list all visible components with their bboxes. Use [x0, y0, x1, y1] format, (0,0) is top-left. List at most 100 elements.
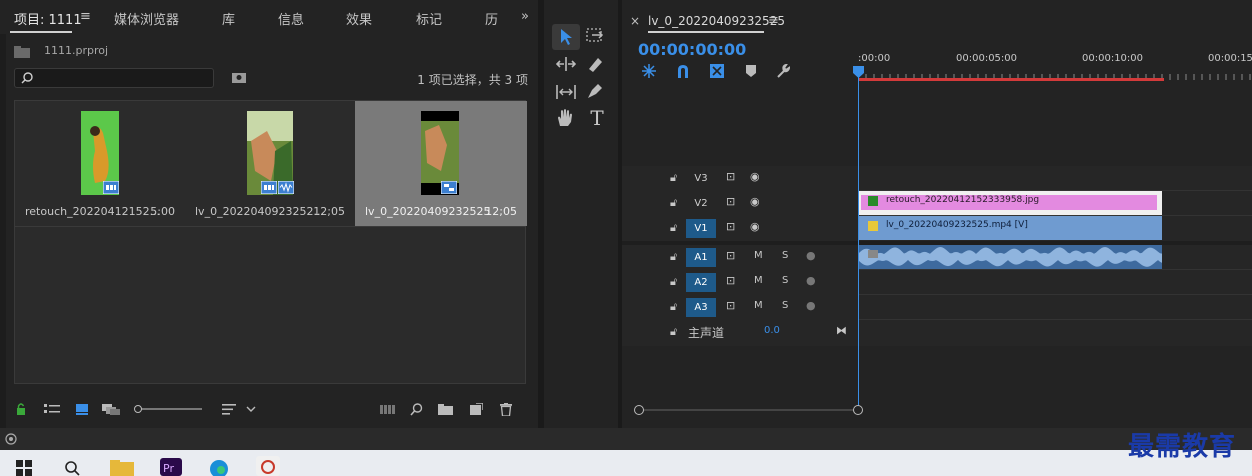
- file-explorer-icon[interactable]: [110, 460, 134, 476]
- tab-libraries[interactable]: 库: [222, 9, 235, 28]
- zoom-slider-handle[interactable]: [134, 405, 142, 413]
- tab-history[interactable]: 历: [485, 9, 498, 28]
- lock-icon[interactable]: [16, 403, 26, 415]
- track-sync-lock-icon[interactable]: ⊡: [726, 299, 735, 312]
- tab-project[interactable]: 项目: 1111: [14, 9, 82, 28]
- master-volume-value[interactable]: 0.0: [764, 325, 780, 336]
- track-header-a1: 🔓︎ A1 ⊡ M S ●: [622, 245, 858, 270]
- track-select-forward-tool[interactable]: [586, 28, 604, 44]
- track-lock-icon[interactable]: 🔓︎: [670, 250, 677, 264]
- wrench-icon[interactable]: [776, 64, 790, 78]
- clip-item[interactable]: retouch_20220412152... 5:00: [15, 101, 185, 226]
- work-area-bar[interactable]: [858, 78, 1164, 81]
- sort-icon[interactable]: [222, 404, 236, 415]
- find-icon[interactable]: [410, 403, 423, 416]
- tab-effects[interactable]: 效果: [346, 9, 372, 28]
- solo-button[interactable]: S: [782, 275, 788, 286]
- scroll-handle-left[interactable]: [634, 405, 644, 415]
- toggle-output-eye-icon[interactable]: ◉: [750, 170, 760, 183]
- track-sync-lock-icon[interactable]: ⊡: [726, 195, 735, 208]
- track-label[interactable]: A2: [686, 273, 716, 292]
- track-lock-icon[interactable]: 🔓︎: [670, 300, 677, 314]
- track-lock-icon[interactable]: 🔓︎: [670, 325, 677, 339]
- track-sync-lock-icon[interactable]: ⊡: [726, 274, 735, 287]
- v2-clip[interactable]: retouch_20220412152333958.jpg: [858, 191, 1162, 215]
- type-tool[interactable]: T: [584, 106, 610, 130]
- voiceover-mic-icon[interactable]: ●: [806, 299, 816, 312]
- pen-tool[interactable]: [586, 82, 604, 100]
- ripple-edit-tool[interactable]: [556, 56, 576, 72]
- mute-button[interactable]: M: [754, 300, 763, 311]
- track-label[interactable]: V3: [686, 169, 716, 188]
- edge-browser-icon[interactable]: [208, 458, 230, 476]
- solo-button[interactable]: S: [782, 250, 788, 261]
- playhead-timecode[interactable]: 00:00:00:00: [638, 40, 746, 59]
- scroll-handle-right[interactable]: [853, 405, 863, 415]
- windows-start-icon[interactable]: [16, 460, 32, 476]
- mute-button[interactable]: M: [754, 250, 763, 261]
- premiere-pro-icon[interactable]: Pr: [160, 458, 182, 476]
- taskbar-search-icon[interactable]: [64, 460, 80, 476]
- solo-button[interactable]: S: [782, 300, 788, 311]
- v1-clip[interactable]: lv_0_20220409232525.mp4 [V]: [858, 216, 1162, 240]
- double-chevron-right-icon[interactable]: »: [521, 9, 529, 24]
- new-item-icon[interactable]: [470, 403, 483, 415]
- voiceover-mic-icon[interactable]: ●: [806, 274, 816, 287]
- nest-icon[interactable]: [642, 64, 656, 78]
- track-lock-icon[interactable]: 🔓︎: [670, 275, 677, 289]
- new-search-bin-icon[interactable]: [232, 72, 246, 83]
- track-lock-icon[interactable]: 🔓︎: [670, 221, 677, 235]
- add-marker-icon[interactable]: [746, 65, 756, 77]
- track-label[interactable]: V2: [686, 194, 716, 213]
- sequence-title[interactable]: lv_0_20220409232525: [648, 14, 785, 28]
- razor-tool[interactable]: [586, 56, 604, 72]
- panel-divider[interactable]: [618, 0, 622, 428]
- track-label[interactable]: V1: [686, 219, 716, 238]
- snap-magnet-icon[interactable]: [676, 64, 690, 78]
- new-bin-icon[interactable]: [438, 404, 453, 415]
- app-icon[interactable]: [256, 456, 280, 476]
- chevron-down-icon[interactable]: [246, 405, 256, 413]
- search-input[interactable]: [14, 68, 214, 88]
- timeline-scrollbar[interactable]: [622, 402, 1252, 418]
- track-sync-lock-icon[interactable]: ⊡: [726, 249, 735, 262]
- close-tab-icon[interactable]: ×: [630, 14, 640, 28]
- track-area[interactable]: retouch_20220412152333958.jpg lv_0_20220…: [858, 166, 1252, 346]
- toggle-output-eye-icon[interactable]: ◉: [750, 220, 760, 233]
- clip-item[interactable]: lv_0_2022040923252... 12;05: [185, 101, 355, 226]
- mute-button[interactable]: M: [754, 275, 763, 286]
- track-sync-lock-icon[interactable]: ⊡: [726, 170, 735, 183]
- track-sync-lock-icon[interactable]: ⊡: [726, 220, 735, 233]
- hand-tool[interactable]: [556, 108, 574, 128]
- tab-info[interactable]: 信息: [278, 9, 304, 28]
- tab-markers[interactable]: 标记: [416, 9, 442, 28]
- playhead[interactable]: [858, 66, 859, 410]
- active-tab-indicator: [10, 31, 72, 33]
- project-menu-icon[interactable]: ≡: [80, 9, 91, 24]
- freeform-view-icon[interactable]: [102, 404, 120, 415]
- track-lock-icon[interactable]: 🔓︎: [670, 171, 677, 185]
- track-label[interactable]: A3: [686, 298, 716, 317]
- trash-icon[interactable]: [500, 403, 512, 416]
- go-to-end-icon[interactable]: ⧓: [836, 324, 847, 337]
- list-view-icon[interactable]: [44, 404, 60, 415]
- playhead-handle[interactable]: [853, 66, 864, 78]
- slip-tool[interactable]: [556, 84, 576, 100]
- status-bar: [0, 428, 1252, 450]
- zoom-slider[interactable]: [134, 405, 204, 413]
- timeline-menu-icon[interactable]: ≡: [768, 13, 779, 28]
- selection-tool[interactable]: [552, 24, 580, 50]
- clip-item-selected[interactable]: lv_0_20220409232525 12;05: [355, 101, 527, 226]
- cloud-sync-icon[interactable]: [4, 433, 18, 445]
- time-ruler[interactable]: :00:00 00:00:05:00 00:00:10:00 00:00:15:: [858, 50, 1252, 82]
- track-lock-icon[interactable]: 🔓︎: [670, 196, 677, 210]
- icon-view-icon[interactable]: [76, 404, 88, 415]
- voiceover-mic-icon[interactable]: ●: [806, 249, 816, 262]
- a1-clip[interactable]: [858, 245, 1162, 269]
- toggle-output-eye-icon[interactable]: ◉: [750, 195, 760, 208]
- linked-selection-icon[interactable]: [710, 64, 724, 78]
- track-label[interactable]: A1: [686, 248, 716, 267]
- automate-to-sequence-icon[interactable]: [380, 404, 396, 415]
- tab-media-browser[interactable]: 媒体浏览器: [114, 9, 179, 28]
- panel-divider[interactable]: [538, 0, 544, 428]
